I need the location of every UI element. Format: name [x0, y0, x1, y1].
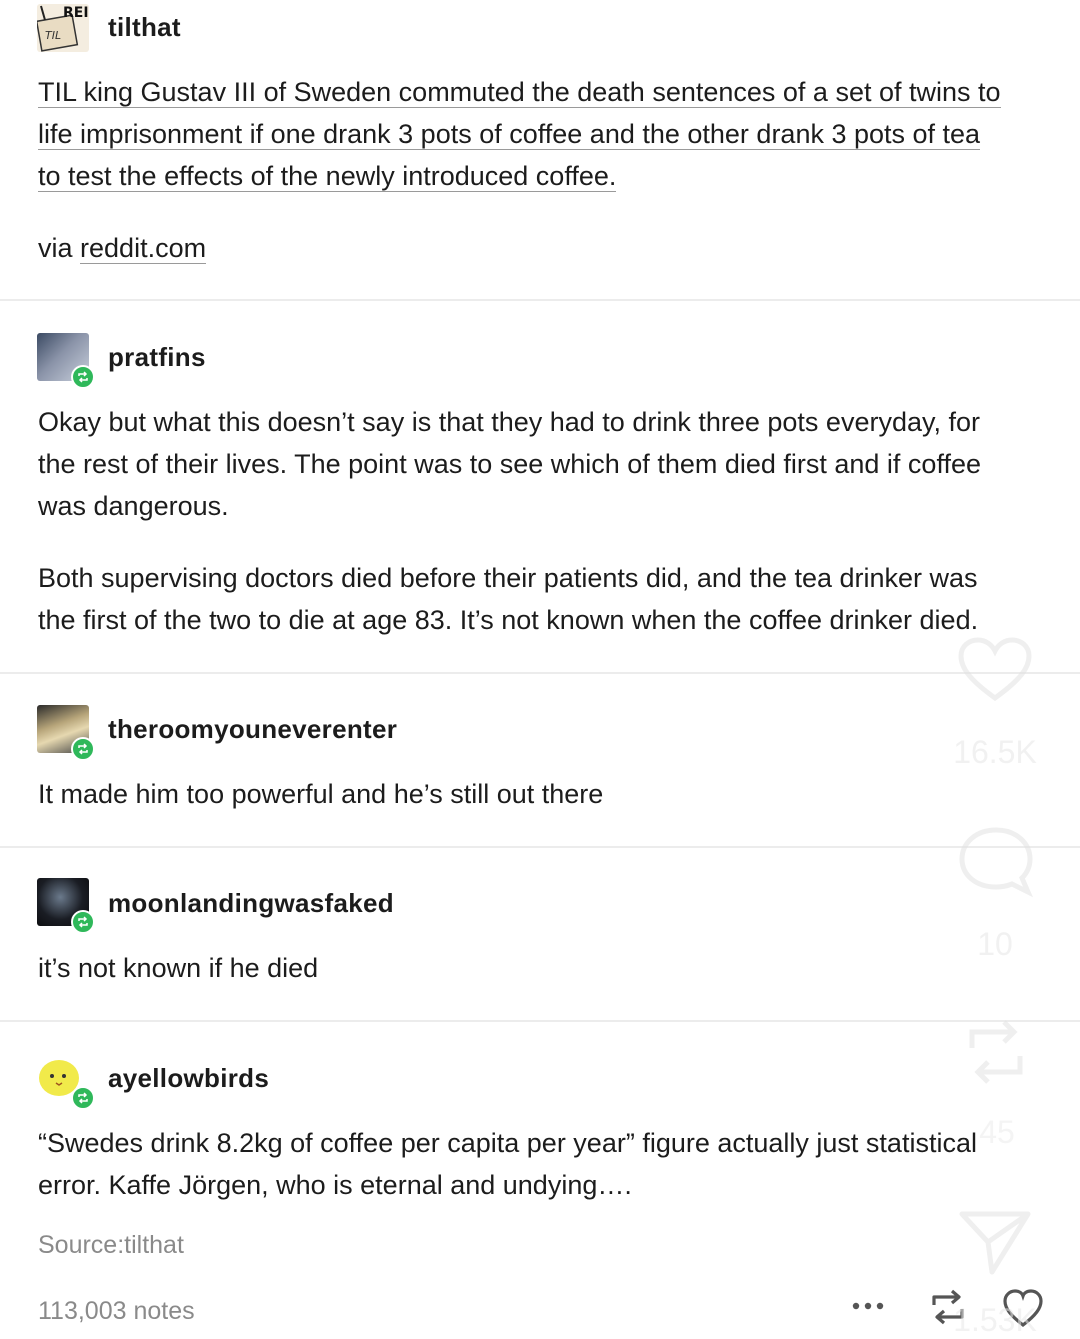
- post-ayellowbirds: ayellowbirds “Swedes drink 8.2kg of coff…: [0, 1021, 1080, 1336]
- post-title[interactable]: TIL king Gustav III of Sweden commuted t…: [38, 71, 1048, 197]
- overlay-repost-icon[interactable]: [960, 1008, 1032, 1101]
- svg-text:TIL: TIL: [45, 29, 61, 42]
- reblog-badge-icon: [71, 365, 95, 389]
- text-line: “Swedes drink 8.2kg of coffee per capita…: [38, 1128, 977, 1158]
- overlay-comment-icon[interactable]: [956, 824, 1036, 903]
- username[interactable]: pratfins: [108, 342, 206, 373]
- reply-text: it’s not known if he died: [38, 953, 319, 983]
- overlay-like-icon[interactable]: [956, 636, 1034, 709]
- overlay-repost-count: 45: [979, 1114, 1015, 1150]
- text-line: Both supervising doctors died before the…: [38, 563, 978, 593]
- avatar-theroomyouneverenter[interactable]: [37, 705, 95, 761]
- text-line: error. Kaffe Jörgen, who is eternal and …: [38, 1170, 632, 1200]
- via-source: via reddit.com: [38, 227, 1048, 269]
- til-logo-icon: TIL REI: [35, 5, 89, 52]
- via-link[interactable]: reddit.com: [80, 233, 207, 264]
- reblog-badge-icon: [71, 910, 95, 934]
- text-line: the rest of their lives. The point was t…: [38, 449, 981, 479]
- avatar-tilthat[interactable]: TIL REI: [35, 4, 89, 52]
- text-line: Okay but what this doesn’t say is that t…: [38, 407, 980, 437]
- reblog-badge-icon: [71, 1086, 95, 1110]
- overlay-share-icon[interactable]: [958, 1206, 1032, 1283]
- username[interactable]: ayellowbirds: [108, 1063, 269, 1094]
- reblog-badge-icon: [71, 737, 95, 761]
- reply-text: It made him too powerful and he’s still …: [38, 779, 604, 809]
- title-line[interactable]: TIL king Gustav III of Sweden commuted t…: [38, 77, 1001, 108]
- username[interactable]: moonlandingwasfaked: [108, 888, 394, 919]
- post-theroomyouneverenter: theroomyouneverenter It made him too pow…: [0, 673, 1080, 846]
- notes-count[interactable]: 113,003 notes: [38, 1290, 1048, 1332]
- username[interactable]: tilthat: [108, 12, 181, 43]
- svg-text:REI: REI: [63, 5, 89, 21]
- username[interactable]: theroomyouneverenter: [108, 714, 397, 745]
- overlay-like-count: 16.5K: [953, 734, 1037, 770]
- reply-paragraph: Both supervising doctors died before the…: [38, 557, 1048, 641]
- avatar-ayellowbirds[interactable]: [37, 1054, 95, 1110]
- avatar-pratfins[interactable]: [37, 333, 95, 389]
- text-line: was dangerous.: [38, 491, 229, 521]
- overlay-share-count: 1.53K: [953, 1302, 1037, 1338]
- reply-paragraph: “Swedes drink 8.2kg of coffee per capita…: [38, 1122, 1048, 1206]
- more-icon[interactable]: [850, 1299, 890, 1318]
- text-line: the first of the two to die at age 83. I…: [38, 605, 979, 635]
- post-tilthat: TIL REI tilthat TIL king Gustav III of S…: [0, 0, 1080, 300]
- avatar-moonlandingwasfaked[interactable]: [37, 878, 95, 934]
- overlay-comment-count: 10: [977, 926, 1013, 962]
- via-label: via: [38, 233, 73, 263]
- post-pratfins: pratfins Okay but what this doesn’t say …: [0, 300, 1080, 672]
- post-moonlandingwasfaked: moonlandingwasfaked it’s not known if he…: [0, 847, 1080, 1020]
- title-line[interactable]: life imprisonment if one drank 3 pots of…: [38, 119, 981, 150]
- source-link[interactable]: Source:tilthat: [38, 1224, 1048, 1266]
- title-line[interactable]: to test the effects of the newly introdu…: [38, 161, 617, 192]
- reply-paragraph: Okay but what this doesn’t say is that t…: [38, 401, 1048, 527]
